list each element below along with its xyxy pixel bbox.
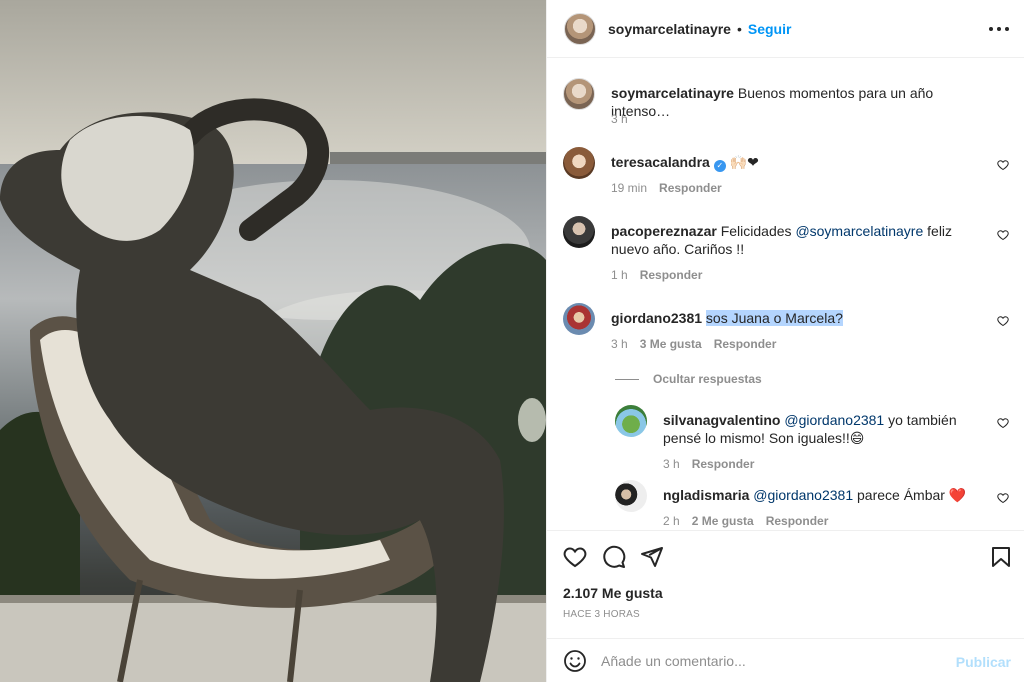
comment-avatar[interactable]	[563, 303, 595, 335]
comment-composer: Publicar	[547, 638, 1024, 682]
reply-time[interactable]: 3 h	[663, 457, 680, 471]
author-username[interactable]: soymarcelatinayre	[608, 21, 731, 37]
reply-time[interactable]: 2 h	[663, 514, 680, 528]
reply-button[interactable]: Responder	[766, 514, 829, 528]
like-comment-icon[interactable]	[997, 159, 1009, 171]
reply-button[interactable]: Responder	[659, 181, 722, 195]
reply-mention[interactable]: @giordano2381	[753, 487, 853, 503]
post-header: soymarcelatinayre • Seguir	[547, 0, 1024, 58]
comment-text: sos Juana o Marcela?	[705, 310, 843, 326]
reply-button[interactable]: Responder	[640, 268, 703, 282]
comment-username[interactable]: giordano2381	[611, 310, 702, 326]
comment-username[interactable]: pacopereznazar	[611, 223, 717, 239]
comment-likes[interactable]: 3 Me gusta	[640, 337, 702, 351]
hide-replies-button[interactable]: Ocultar respuestas	[615, 372, 762, 386]
post-photo[interactable]	[0, 0, 546, 682]
like-comment-icon[interactable]	[997, 315, 1009, 327]
reply-mention[interactable]: @giordano2381	[784, 412, 884, 428]
publish-button[interactable]: Publicar	[956, 654, 1011, 670]
reply-avatar[interactable]	[615, 480, 647, 512]
comment-input[interactable]	[601, 652, 941, 669]
reply-username[interactable]: ngladismaria	[663, 487, 749, 503]
reply-avatar[interactable]	[615, 405, 647, 437]
more-options-icon[interactable]	[989, 19, 1009, 39]
reply-username[interactable]: silvanagvalentino	[663, 412, 780, 428]
caption-username[interactable]: soymarcelatinayre	[611, 85, 734, 101]
comment-time[interactable]: 1 h	[611, 268, 628, 282]
reply-button[interactable]: Responder	[714, 337, 777, 351]
comment-icon[interactable]	[602, 545, 626, 569]
comments-list[interactable]: soymarcelatinayre Buenos momentos para u…	[547, 59, 1024, 529]
red-heart-icon: ❤️	[948, 487, 967, 503]
verified-badge-icon: ✓	[713, 160, 726, 172]
comment-text-start: Felicidades	[720, 223, 792, 239]
reply-text: parece Ámbar	[857, 487, 945, 503]
comment-username[interactable]: teresacalandra	[611, 154, 710, 170]
save-bookmark-icon[interactable]	[989, 545, 1013, 569]
like-reply-icon[interactable]	[997, 417, 1009, 429]
reply-likes[interactable]: 2 Me gusta	[692, 514, 754, 528]
like-comment-icon[interactable]	[997, 229, 1009, 241]
author-avatar[interactable]	[564, 12, 596, 45]
comment-time[interactable]: 3 h	[611, 337, 628, 351]
caption-avatar[interactable]	[563, 78, 595, 110]
reply-button[interactable]: Responder	[692, 457, 755, 471]
separator-dot: •	[736, 20, 742, 37]
like-reply-icon[interactable]	[997, 492, 1009, 504]
comment-text: 🙌🏻❤	[729, 154, 759, 170]
post-actions: 2.107 Me gusta HACE 3 HORAS	[547, 530, 1024, 638]
post-panel: soymarcelatinayre • Seguir soymarcelatin…	[546, 0, 1024, 682]
post-time[interactable]: HACE 3 HORAS	[563, 609, 640, 620]
likes-count[interactable]: 2.107 Me gusta	[563, 585, 663, 601]
share-icon[interactable]	[640, 545, 664, 569]
comment-mention[interactable]: @soymarcelatinayre	[795, 223, 923, 239]
replies-line	[615, 378, 639, 380]
comment-time[interactable]: 19 min	[611, 181, 647, 195]
hide-replies-label: Ocultar respuestas	[653, 372, 762, 386]
photo-illustration	[0, 0, 546, 682]
like-icon[interactable]	[563, 545, 587, 569]
comment-avatar[interactable]	[563, 147, 595, 179]
caption-time[interactable]: 3 h	[611, 112, 628, 126]
follow-button[interactable]: Seguir	[748, 21, 792, 37]
emoji-icon[interactable]	[563, 649, 587, 673]
comment-avatar[interactable]	[563, 216, 595, 248]
